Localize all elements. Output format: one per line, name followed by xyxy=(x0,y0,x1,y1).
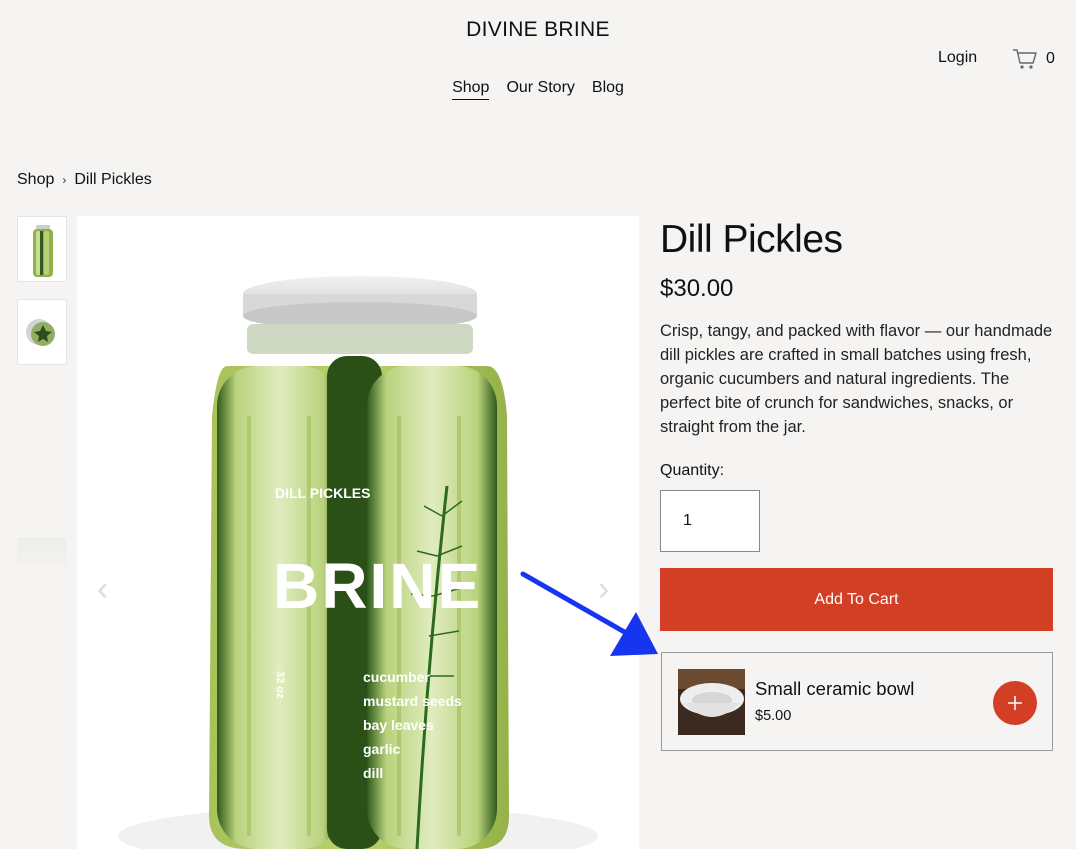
quantity-label: Quantity: xyxy=(660,462,725,479)
plus-icon xyxy=(1008,696,1022,710)
product-description: Crisp, tangy, and packed with flavor — o… xyxy=(660,322,1053,436)
nav-blog[interactable]: Blog xyxy=(592,79,624,100)
ingredient-5: dill xyxy=(363,765,383,781)
cart-count: 0 xyxy=(1046,50,1055,67)
add-to-cart-button[interactable]: Add To Cart xyxy=(660,568,1053,631)
cart-button[interactable]: 0 xyxy=(1012,48,1055,70)
shopping-cart-icon xyxy=(1013,49,1037,69)
thumbnail-placeholder xyxy=(17,538,67,566)
pickle-jar-image: DILL PICKLES BRINE 32 oz cucumber mustar… xyxy=(118,276,598,849)
jar-thumbnail-image xyxy=(18,217,66,281)
upsell-name: Small ceramic bowl xyxy=(755,678,915,699)
jar-top-thumbnail-image xyxy=(18,300,66,364)
ceramic-bowl-thumbnail xyxy=(678,669,745,735)
prev-image-chevron-icon[interactable]: ‹ xyxy=(97,570,108,609)
breadcrumb-shop[interactable]: Shop xyxy=(17,171,54,189)
ingredient-4: garlic xyxy=(363,741,401,757)
upsell-price: $5.00 xyxy=(755,708,792,724)
ingredient-3: bay leaves xyxy=(363,717,434,733)
jar-label-small: DILL PICKLES xyxy=(275,485,370,501)
product-main-image[interactable]: DILL PICKLES BRINE 32 oz cucumber mustar… xyxy=(77,216,639,849)
jar-size: 32 oz xyxy=(274,671,286,699)
nav-shop[interactable]: Shop xyxy=(452,79,490,100)
product-price: $30.00 xyxy=(660,275,734,302)
nav-our-story[interactable]: Our Story xyxy=(506,79,574,100)
quantity-input[interactable] xyxy=(660,490,760,552)
breadcrumb-separator: › xyxy=(62,173,67,187)
main-nav: Shop Our Story Blog xyxy=(0,79,1076,100)
jar-label-big: BRINE xyxy=(273,550,482,622)
brand-logo[interactable]: DIVINE BRINE xyxy=(0,18,1076,42)
ingredient-2: mustard seeds xyxy=(363,693,462,709)
breadcrumb-current: Dill Pickles xyxy=(74,171,152,188)
login-link[interactable]: Login xyxy=(938,49,977,67)
product-title: Dill Pickles xyxy=(660,218,843,261)
upsell-card: Small ceramic bowl $5.00 xyxy=(661,652,1053,751)
thumbnail-jar[interactable] xyxy=(17,216,67,282)
breadcrumb: Shop › Dill Pickles xyxy=(17,171,152,189)
ingredient-1: cucumber xyxy=(363,669,430,685)
thumbnail-top-view[interactable] xyxy=(17,299,67,365)
add-upsell-button[interactable] xyxy=(993,681,1037,725)
next-image-chevron-icon[interactable]: › xyxy=(598,570,609,609)
